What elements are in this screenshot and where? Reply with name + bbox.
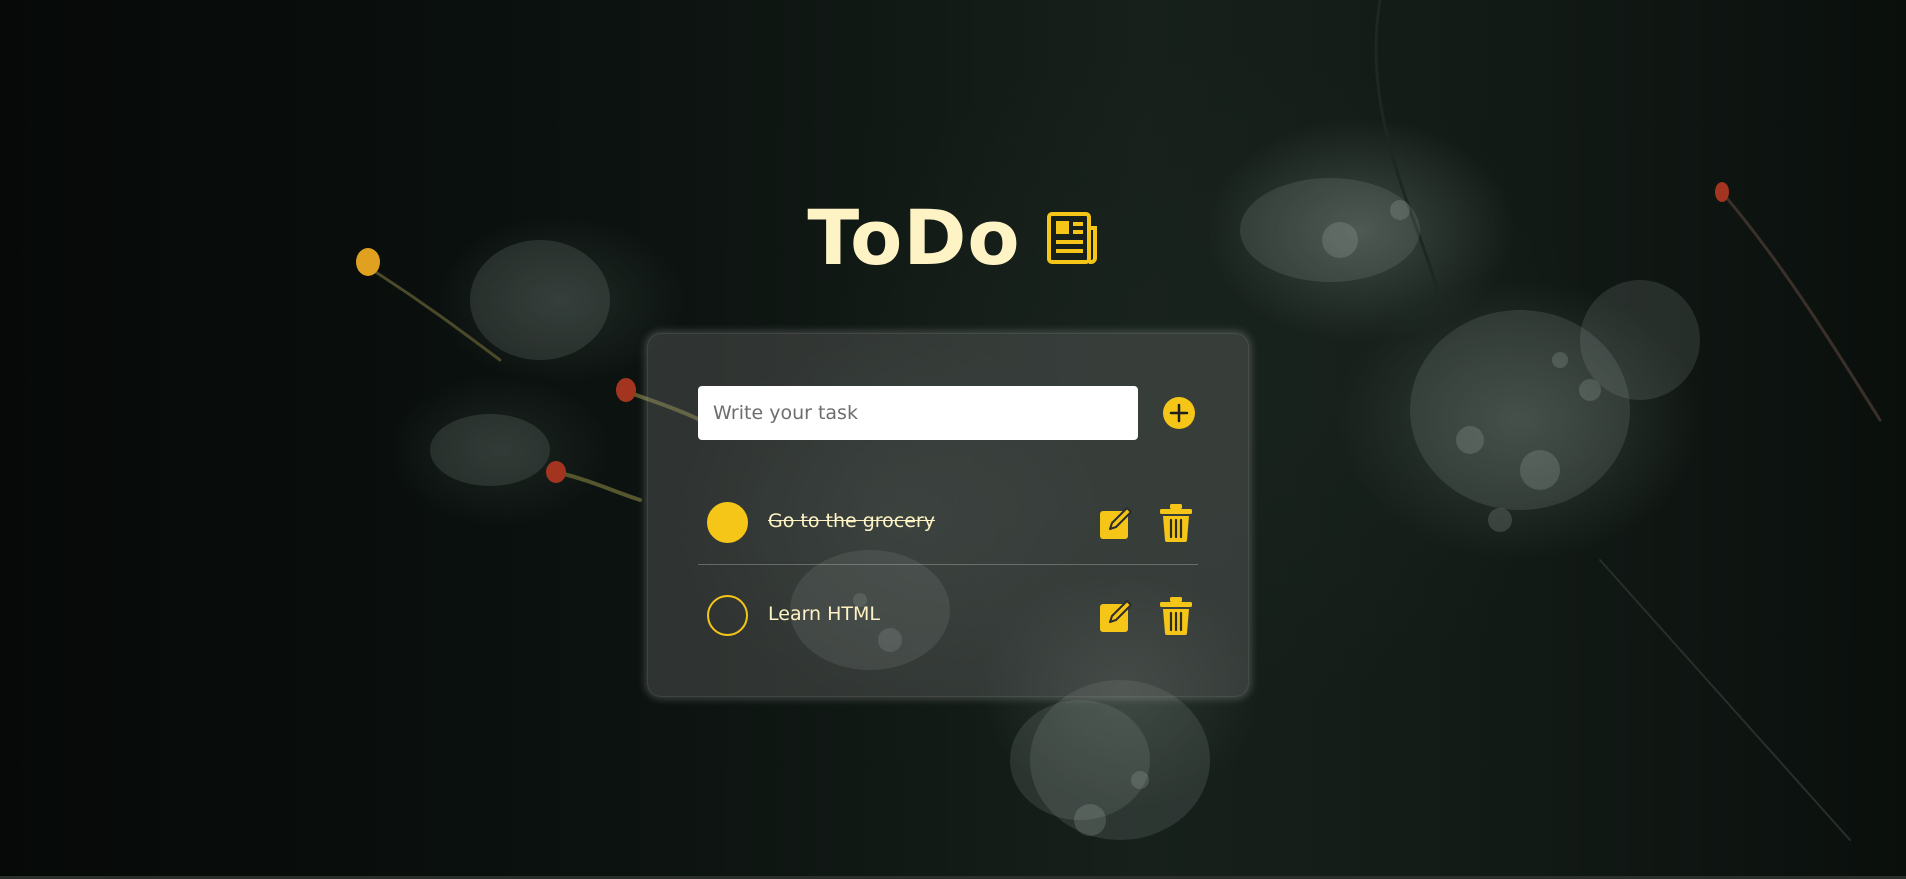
app-header: ToDo <box>0 200 1906 276</box>
trash-icon <box>1160 504 1192 542</box>
todo-card: Go to the grocery Learn HTML <box>647 333 1249 697</box>
newspaper-icon <box>1046 212 1097 264</box>
task-input[interactable] <box>698 386 1138 440</box>
task-text: Go to the grocery <box>768 510 935 532</box>
edit-task-button[interactable] <box>1098 505 1134 541</box>
delete-task-button[interactable] <box>1160 504 1192 542</box>
task-text: Learn HTML <box>768 603 881 625</box>
task-divider <box>698 564 1198 565</box>
add-task-button[interactable] <box>1162 396 1196 430</box>
edit-icon <box>1100 507 1132 539</box>
app-title: ToDo <box>807 193 1021 282</box>
edit-icon <box>1100 600 1132 632</box>
task-item: Go to the grocery <box>698 493 1198 553</box>
task-item: Learn HTML <box>698 586 1198 646</box>
task-complete-toggle[interactable] <box>707 595 748 636</box>
plus-circle-icon <box>1163 397 1195 429</box>
delete-task-button[interactable] <box>1160 597 1192 635</box>
task-complete-toggle[interactable] <box>707 502 748 543</box>
edit-task-button[interactable] <box>1098 598 1134 634</box>
trash-icon <box>1160 597 1192 635</box>
